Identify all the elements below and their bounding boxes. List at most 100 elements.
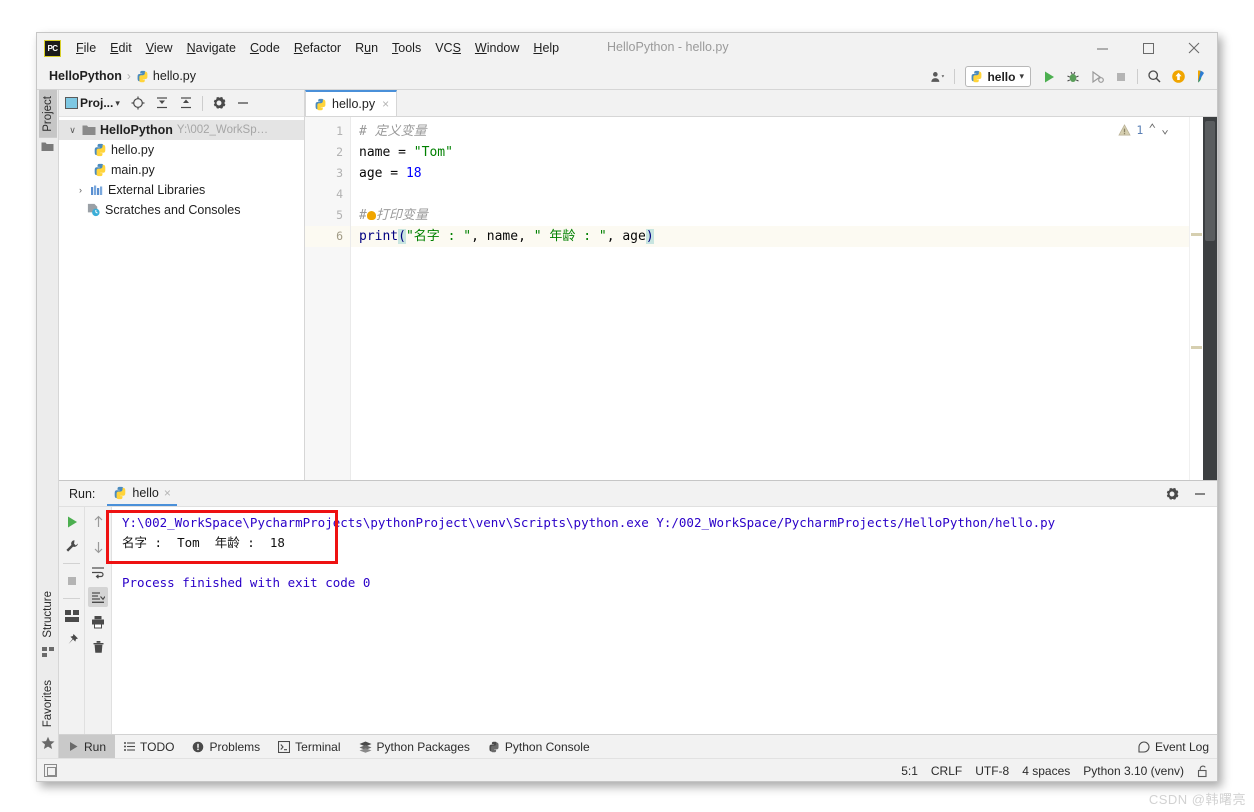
bottom-tab-label: Terminal — [295, 739, 341, 754]
collapse-all-icon[interactable] — [175, 92, 197, 114]
tree-node-label: Scratches and Consoles — [105, 203, 241, 217]
clear-all-icon[interactable] — [88, 637, 108, 657]
close-icon[interactable]: × — [164, 486, 171, 500]
menu-item-help[interactable]: Help — [526, 38, 566, 58]
python-interpreter[interactable]: Python 3.10 (venv) — [1083, 764, 1184, 778]
run-tab-hello[interactable]: hello × — [107, 481, 177, 506]
close-button[interactable] — [1171, 33, 1217, 63]
library-icon — [90, 184, 104, 197]
chevron-down-icon[interactable]: ⌄ — [1161, 122, 1169, 137]
editor-tab-label: hello.py — [332, 97, 376, 111]
sidebar-tab-structure[interactable]: Structure — [39, 585, 57, 644]
run-button[interactable] — [1038, 66, 1060, 88]
chevron-up-icon[interactable]: ⌃ — [1148, 122, 1156, 137]
divider — [201, 95, 203, 111]
bottom-tab-problems[interactable]: Problems — [183, 735, 269, 758]
user-profile-icon[interactable] — [927, 66, 949, 88]
hide-panel-icon[interactable] — [1189, 483, 1211, 505]
caret-position[interactable]: 5:1 — [901, 764, 918, 778]
expand-all-icon[interactable] — [151, 92, 173, 114]
editor-tab-hello-py[interactable]: hello.py × — [305, 90, 398, 116]
menu-item-refactor[interactable]: Refactor — [287, 38, 348, 58]
bottom-tab-label: Python Packages — [376, 739, 470, 754]
event-log-button[interactable]: Event Log — [1138, 735, 1209, 759]
menu-item-window[interactable]: Window — [468, 38, 526, 58]
scroll-down-icon[interactable] — [88, 537, 108, 557]
minimize-button[interactable] — [1079, 33, 1125, 63]
ide-body: Project Structure Favorites Proj... ▾ ∨ … — [37, 90, 1217, 758]
run-coverage-button[interactable] — [1086, 66, 1108, 88]
layout-icon[interactable] — [62, 606, 82, 626]
bottom-tab-todo[interactable]: TODO — [115, 735, 183, 758]
stop-button[interactable] — [1110, 66, 1132, 88]
file-encoding[interactable]: UTF-8 — [975, 764, 1009, 778]
code-line-5: # 打印变量 — [359, 208, 428, 223]
event-log-icon — [1138, 741, 1150, 753]
line-separator[interactable]: CRLF — [931, 764, 962, 778]
toggle-tool-windows-icon[interactable] — [44, 763, 57, 777]
sidebar-tab-project[interactable]: Project — [38, 90, 57, 138]
editor-scrollbar[interactable] — [1203, 117, 1217, 480]
stop-button[interactable] — [62, 571, 82, 591]
bottom-tab-python-console[interactable]: Python Console — [479, 735, 599, 758]
tree-node-hellopython[interactable]: ∨ HelloPython Y:\002_WorkSp… — [59, 120, 304, 140]
rerun-button[interactable] — [62, 512, 82, 532]
scroll-up-icon[interactable] — [88, 512, 108, 532]
edit-configuration-icon[interactable] — [62, 536, 82, 556]
chevron-right-icon[interactable]: › — [75, 185, 86, 195]
tree-node-main-py[interactable]: main.py — [59, 160, 304, 180]
chevron-down-icon[interactable]: ▾ — [115, 98, 120, 109]
run-configuration-selector[interactable]: hello ▾ — [965, 66, 1031, 87]
locate-file-icon[interactable] — [127, 92, 149, 114]
tree-node-hello-py[interactable]: hello.py — [59, 140, 304, 160]
debug-button[interactable] — [1062, 66, 1084, 88]
menu-item-run[interactable]: Run — [348, 38, 385, 58]
run-tool-window: Run: hello × Y:\002_WorkSpace\PycharmPro… — [59, 480, 1217, 734]
code-line-3: age = 18 — [359, 166, 422, 181]
menu-item-tools[interactable]: Tools — [385, 38, 428, 58]
menu-item-edit[interactable]: Edit — [103, 38, 139, 58]
packages-icon — [359, 741, 372, 753]
tree-node-external-libraries[interactable]: › External Libraries — [59, 180, 304, 200]
structure-icon — [41, 646, 54, 657]
tree-node-scratches-and-consoles[interactable]: Scratches and Consoles — [59, 200, 304, 220]
intention-bulb-icon[interactable] — [366, 211, 376, 220]
breadcrumb-file[interactable]: hello.py — [153, 69, 196, 83]
close-icon[interactable]: × — [382, 97, 389, 111]
breadcrumb-project[interactable]: HelloPython — [49, 69, 122, 83]
hide-panel-icon[interactable] — [232, 92, 254, 114]
chevron-down-icon[interactable]: ∨ — [67, 125, 78, 136]
ide-feature-icon[interactable] — [1191, 66, 1213, 88]
menu-item-navigate[interactable]: Navigate — [180, 38, 243, 58]
update-icon[interactable] — [1167, 66, 1189, 88]
code-text-area[interactable]: # 定义变量 name = "Tom" age = 18 # 打印变量 print… — [351, 117, 1189, 480]
scroll-to-end-icon[interactable] — [88, 587, 108, 607]
lock-icon[interactable] — [1197, 765, 1209, 777]
indent-setting[interactable]: 4 spaces — [1022, 764, 1070, 778]
menu-item-vcs[interactable]: VCS — [428, 38, 468, 58]
bottom-tab-terminal[interactable]: Terminal — [269, 735, 349, 758]
pin-icon[interactable] — [62, 630, 82, 650]
search-icon[interactable] — [1143, 66, 1165, 88]
sidebar-tab-favorites[interactable]: Favorites — [39, 674, 57, 733]
screenshot-root: PC File Edit View Navigate Code Refactor… — [0, 0, 1254, 812]
print-icon[interactable] — [88, 612, 108, 632]
menu-item-view[interactable]: View — [139, 38, 180, 58]
line-number: 1 — [336, 124, 343, 138]
bottom-tab-python-packages[interactable]: Python Packages — [350, 735, 479, 758]
gear-icon[interactable] — [1161, 483, 1183, 505]
stripe-marker[interactable] — [1191, 346, 1202, 349]
bottom-tool-bar: Run TODO Problems Terminal Python Packag… — [59, 734, 1217, 758]
bottom-tab-run[interactable]: Run — [59, 735, 116, 758]
console-output[interactable]: Y:\002_WorkSpace\PycharmProjects\pythonP… — [112, 507, 1217, 734]
menu-item-code[interactable]: Code — [243, 38, 287, 58]
error-stripe-marker-bar[interactable] — [1189, 117, 1203, 480]
python-file-icon — [93, 163, 107, 177]
maximize-button[interactable] — [1125, 33, 1171, 63]
menu-item-file[interactable]: File — [69, 38, 103, 58]
gear-icon[interactable] — [208, 92, 230, 114]
soft-wrap-icon[interactable] — [88, 562, 108, 582]
scrollbar-thumb[interactable] — [1205, 121, 1215, 241]
stripe-marker[interactable] — [1191, 233, 1202, 236]
title-bar: PC File Edit View Navigate Code Refactor… — [37, 33, 1217, 63]
